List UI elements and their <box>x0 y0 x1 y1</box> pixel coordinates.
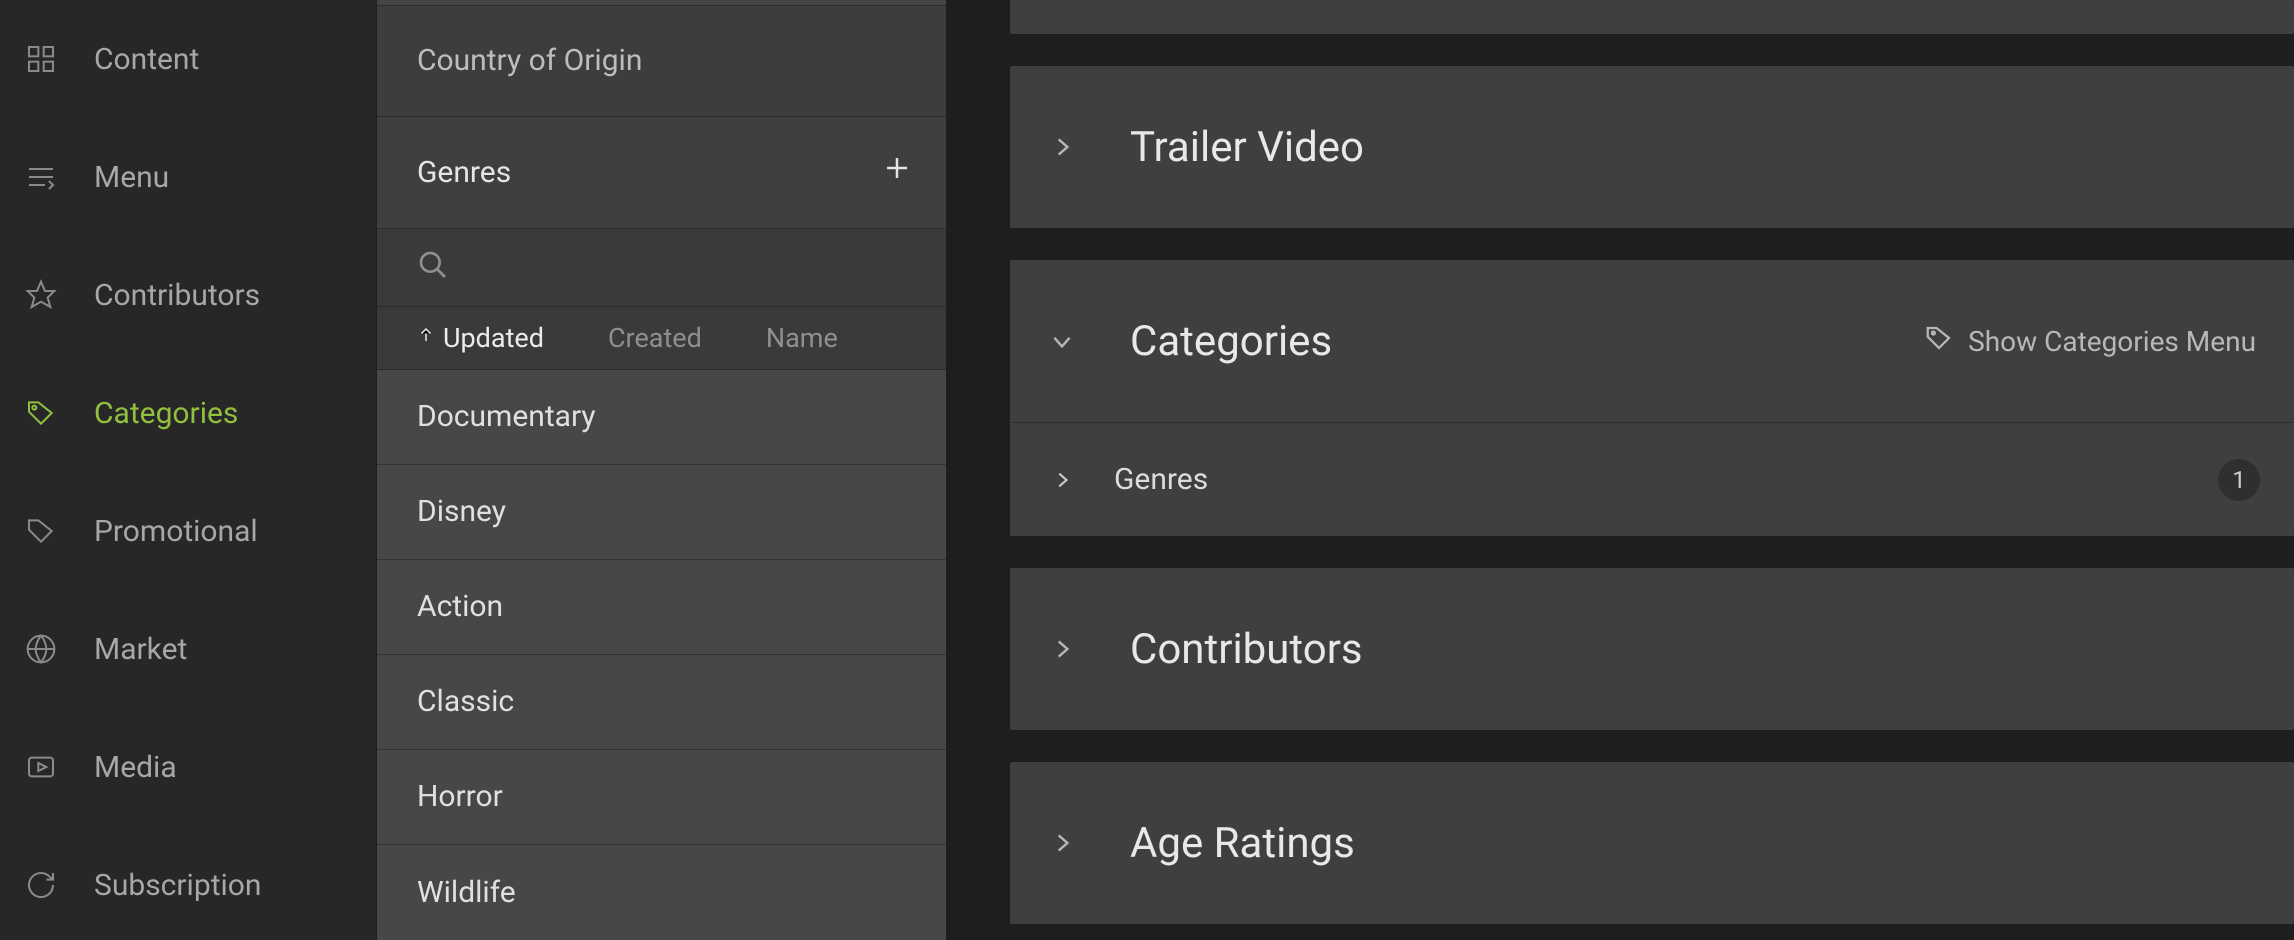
nav-label: Market <box>94 632 187 667</box>
chevron-right-icon <box>1046 463 1078 497</box>
panel-title: Categories <box>1130 317 1876 366</box>
nav-label: Subscription <box>94 868 261 903</box>
nav-label: Categories <box>94 396 238 431</box>
nav-item-categories[interactable]: Categories <box>0 354 376 472</box>
play-icon <box>24 750 58 784</box>
nav-item-subscription[interactable]: Subscription <box>0 826 376 940</box>
nav-item-menu[interactable]: Menu <box>0 118 376 236</box>
arrow-up-icon <box>417 322 435 354</box>
genre-label: Disney <box>417 494 506 529</box>
side-panel-sort-row: Updated Created Name <box>377 307 946 369</box>
panel-contributors: Contributors <box>1010 568 2294 730</box>
grid-icon <box>24 42 58 76</box>
genres-label: Genres <box>417 155 511 190</box>
panel-age-ratings: Age Ratings <box>1010 762 2294 924</box>
nav-label: Media <box>94 750 177 785</box>
plus-icon[interactable] <box>882 153 912 191</box>
nav-label: Content <box>94 42 199 77</box>
genre-label: Action <box>417 589 503 624</box>
panel-header-contributors[interactable]: Contributors <box>1010 568 2294 730</box>
genre-list-item[interactable]: Classic <box>377 655 946 750</box>
show-categories-menu-button[interactable]: Show Categories Menu <box>1924 323 2256 360</box>
panel-title: Trailer Video <box>1130 123 2256 172</box>
action-label: Show Categories Menu <box>1968 325 2256 358</box>
count-badge: 1 <box>2218 459 2260 501</box>
chevron-right-icon <box>1042 823 1082 863</box>
genre-label: Wildlife <box>417 875 516 910</box>
panel-subrow-genres[interactable]: Genres 1 <box>1010 422 2294 536</box>
panel-title: Contributors <box>1130 625 2256 674</box>
sort-created[interactable]: Created <box>608 322 702 354</box>
panel-title: Age Ratings <box>1130 819 2256 868</box>
chevron-right-icon <box>1042 629 1082 669</box>
tag2-icon <box>24 514 58 548</box>
refresh-icon <box>24 868 58 902</box>
panel-header-trailer-video[interactable]: Trailer Video <box>1010 66 2294 228</box>
nav-item-contributors[interactable]: Contributors <box>0 236 376 354</box>
genre-list-item[interactable]: Wildlife <box>377 845 946 940</box>
side-panel-country-row[interactable]: Country of Origin <box>377 6 946 118</box>
chevron-down-icon <box>1042 328 1082 354</box>
side-panel-genres-header[interactable]: Genres <box>377 117 946 229</box>
country-of-origin-label: Country of Origin <box>417 43 642 78</box>
sort-label: Created <box>608 322 702 354</box>
sort-name[interactable]: Name <box>766 322 838 354</box>
main-content: Trailer Video Categories Show Categories… <box>946 0 2294 940</box>
globe-icon <box>24 632 58 666</box>
tag-outline-icon <box>1924 323 1954 360</box>
genre-list-item[interactable]: Horror <box>377 750 946 845</box>
chevron-right-icon <box>1042 127 1082 167</box>
tag-icon <box>24 396 58 430</box>
genre-label: Documentary <box>417 399 596 434</box>
search-icon <box>417 249 449 285</box>
genre-label: Classic <box>417 684 514 719</box>
genre-list-item[interactable]: Disney <box>377 465 946 560</box>
nav-sidebar: Content Menu Contributors Categories Pro… <box>0 0 376 940</box>
sort-label: Name <box>766 322 838 354</box>
panel-header-categories[interactable]: Categories Show Categories Menu <box>1010 260 2294 422</box>
subrow-title: Genres <box>1114 462 2182 497</box>
sort-label: Updated <box>443 322 544 354</box>
menu-icon <box>24 160 58 194</box>
nav-label: Menu <box>94 160 169 195</box>
nav-item-market[interactable]: Market <box>0 590 376 708</box>
nav-label: Promotional <box>94 514 258 549</box>
genre-list-item[interactable]: Action <box>377 560 946 655</box>
nav-item-promotional[interactable]: Promotional <box>0 472 376 590</box>
nav-item-content[interactable]: Content <box>0 0 376 118</box>
panel-header-age-ratings[interactable]: Age Ratings <box>1010 762 2294 924</box>
genre-label: Horror <box>417 779 503 814</box>
panel-trailer-video: Trailer Video <box>1010 66 2294 228</box>
nav-label: Contributors <box>94 278 260 313</box>
star-icon <box>24 278 58 312</box>
panel-prev-sliver <box>1010 0 2294 34</box>
side-panel-search[interactable] <box>377 229 946 308</box>
sort-updated[interactable]: Updated <box>417 322 544 354</box>
nav-item-media[interactable]: Media <box>0 708 376 826</box>
genre-list-item[interactable]: Documentary <box>377 370 946 465</box>
side-panel: Country of Origin Genres Updated Created… <box>376 0 946 940</box>
panel-categories: Categories Show Categories Menu Genres 1 <box>1010 260 2294 536</box>
